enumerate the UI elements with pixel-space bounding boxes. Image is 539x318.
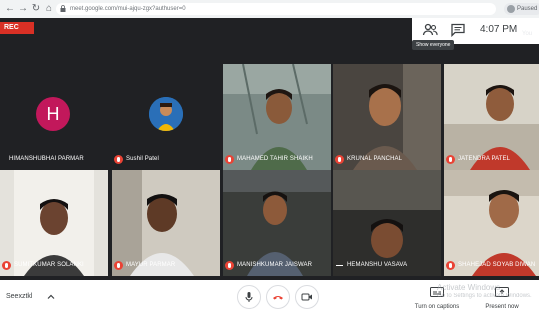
meeting-code[interactable]: Seexztkl xyxy=(6,293,32,300)
participant-name: JATENDRA PATEL xyxy=(458,156,511,162)
avatar xyxy=(507,5,515,13)
participant-name-row: MAYUR PARMAR xyxy=(114,260,175,270)
participant-name: MAHAMED TAHIR SHAIKH xyxy=(237,156,313,162)
participant-name-row: SUMITKUMAR SOLANKI xyxy=(2,260,84,270)
back-icon[interactable]: ← xyxy=(3,2,17,16)
participant-tile[interactable]: MANISHKUMAR JAISWAR xyxy=(223,170,331,276)
participant-name-row: MAHAMED TAHIR SHAIKH xyxy=(225,154,313,164)
chat-icon[interactable] xyxy=(450,23,466,37)
activation-watermark-text: Go to Settings to activate Windows. xyxy=(437,293,532,299)
mic-off-icon xyxy=(225,260,234,270)
mic-off-icon xyxy=(225,154,234,164)
participant-name-row: JATENDRA PATEL xyxy=(446,154,510,164)
participant-initial-avatar: H xyxy=(36,97,70,131)
participant-tile[interactable]: MAHAMED TAHIR SHAIKH xyxy=(223,64,331,170)
participant-photo-avatar xyxy=(149,97,183,131)
microphone-icon xyxy=(245,292,253,302)
participant-name-row: KRUNAL PANCHAL xyxy=(335,154,402,164)
url-text: meet.google.com/mui-ajqu-zgx?authuser=0 xyxy=(70,6,186,12)
present-label: Present now xyxy=(485,304,519,310)
participant-tile[interactable]: MAYUR PARMAR xyxy=(112,170,220,276)
microphone-button[interactable] xyxy=(237,285,261,309)
captions-label: Turn on captions xyxy=(414,304,460,310)
meeting-clock: 4:07 PM xyxy=(480,24,518,35)
participant-name: HIMANSHUBHAI PARMAR xyxy=(9,156,84,162)
participant-tile[interactable]: JATENDRA PATEL xyxy=(444,64,539,170)
home-icon[interactable]: ⌂ xyxy=(42,2,56,16)
mic-off-icon xyxy=(114,154,123,164)
people-tooltip: Show everyone xyxy=(412,40,455,50)
recording-badge: REC xyxy=(0,22,34,34)
participant-name: MAYUR PARMAR xyxy=(126,262,176,268)
participant-name: KRUNAL PANCHAL xyxy=(347,156,403,162)
meeting-stage: REC 4:07 PM You Show everyone H HIMANSHU… xyxy=(0,18,539,280)
activation-watermark-title: Activate Windows xyxy=(437,283,501,292)
browser-toolbar: ← → ↻ ⌂ meet.google.com/mui-ajqu-zgx?aut… xyxy=(0,0,539,19)
speaking-indicator-icon xyxy=(335,261,344,270)
participant-tile[interactable]: H HIMANSHUBHAI PARMAR xyxy=(0,64,108,170)
camera-button[interactable] xyxy=(295,285,319,309)
mic-off-icon xyxy=(2,260,11,270)
leave-call-button[interactable] xyxy=(266,285,290,309)
lock-icon xyxy=(60,5,66,12)
video-camera-icon xyxy=(301,293,312,301)
participant-name: Sushil Patel xyxy=(126,156,159,162)
address-bar[interactable]: meet.google.com/mui-ajqu-zgx?authuser=0 xyxy=(56,3,496,15)
participant-name-row: SHAHEJAD SOYAB DIWAN xyxy=(446,260,535,270)
people-icon[interactable] xyxy=(422,23,438,37)
participant-tile[interactable]: SHAHEJAD SOYAB DIWAN xyxy=(444,170,539,276)
participant-name-row: Sushil Patel xyxy=(114,154,159,164)
participant-name: MANISHKUMAR JAISWAR xyxy=(237,262,313,268)
participant-name: SHAHEJAD SOYAB DIWAN xyxy=(458,262,536,268)
forward-icon[interactable]: → xyxy=(16,2,30,16)
participant-tile[interactable]: SUMITKUMAR SOLANKI xyxy=(0,170,108,276)
reload-icon[interactable]: ↻ xyxy=(29,2,43,16)
mic-off-icon xyxy=(446,154,455,164)
participant-name-row: HEMANSHU VASAVA xyxy=(335,260,407,270)
chevron-up-icon[interactable] xyxy=(47,293,55,301)
profile-button[interactable]: Paused xyxy=(504,3,539,15)
hang-up-icon xyxy=(273,296,283,300)
participant-name-row: HIMANSHUBHAI PARMAR xyxy=(9,154,84,164)
self-view-label: You xyxy=(522,31,533,37)
participant-tile[interactable]: HEMANSHU VASAVA xyxy=(333,170,441,276)
mic-off-icon xyxy=(335,154,344,164)
participant-name: SUMITKUMAR SOLANKI xyxy=(14,262,84,268)
profile-label: Paused xyxy=(517,6,538,12)
participant-tile[interactable]: KRUNAL PANCHAL xyxy=(333,64,441,170)
mic-off-icon xyxy=(446,260,455,270)
participant-name-row: MANISHKUMAR JAISWAR xyxy=(225,260,312,270)
participant-tile[interactable]: Sushil Patel xyxy=(112,64,220,170)
mic-off-icon xyxy=(114,260,123,270)
participant-name: HEMANSHU VASAVA xyxy=(347,262,408,268)
